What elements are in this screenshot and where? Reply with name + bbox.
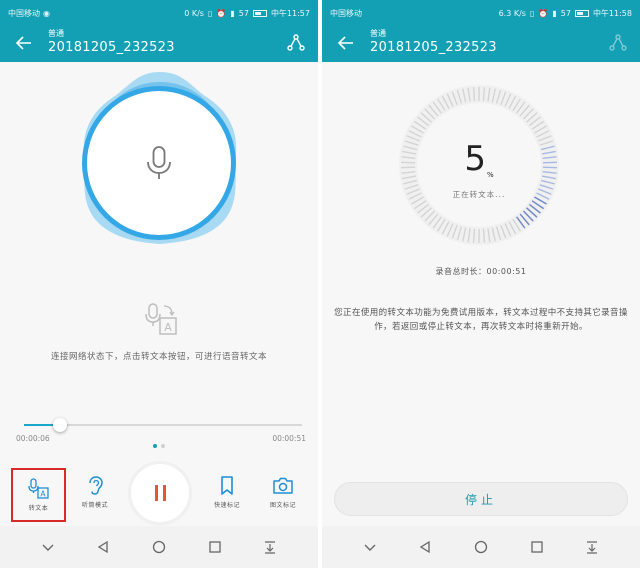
carrier-label: 中国移动 <box>330 8 362 18</box>
pause-icon-bar <box>162 485 166 501</box>
nav-back-icon[interactable] <box>418 540 432 554</box>
carrier-label: 中国移动 <box>8 8 40 18</box>
back-button[interactable] <box>336 32 356 54</box>
bookmark-icon <box>221 476 233 495</box>
ring-tick <box>482 87 486 102</box>
system-nav-bar <box>0 526 318 568</box>
recording-content: A 连接网络状态下，点击转文本按钮，可进行语音转文本 00:00:06 00:0… <box>0 62 318 568</box>
quick-mark-button[interactable]: 快速标记 <box>202 462 252 522</box>
total-duration: 录音总时长：00:00:51 <box>435 267 527 276</box>
recording-toolbar: A 转文本 听筒模式 快速标记 图文标记 <box>0 462 318 522</box>
stop-button[interactable]: 停止 <box>334 482 628 516</box>
transcribe-status: 正在转文本... <box>452 190 506 199</box>
status-bar: 中国移动 ◉ 0 K/s ▯ ⏰ ▮ 57 中午11:57 <box>0 0 318 26</box>
notification-pull-icon[interactable] <box>263 540 277 554</box>
app-bar: 普通 20181205_232523 <box>322 26 640 62</box>
svg-text:A: A <box>40 490 46 499</box>
recording-type: 普通 <box>370 29 386 38</box>
trial-notice: 您正在使用的转文本功能为免费试用版本，转文本过程中不支持其它录音操作，若返回或停… <box>334 308 628 332</box>
share-icon <box>287 34 305 51</box>
ring-tick <box>472 87 476 102</box>
percent-sign: % <box>486 171 494 179</box>
recording-title: 20181205_232523 <box>370 40 497 55</box>
transcribe-progress-ring: 5% 正在转文本... <box>398 84 560 246</box>
battery-icon <box>574 9 589 17</box>
alarm-icon: ⏰ <box>216 8 227 18</box>
nav-home-icon[interactable] <box>152 540 166 554</box>
progress-handle[interactable] <box>53 418 68 432</box>
share-button-disabled <box>608 33 628 53</box>
page-dot-active <box>153 444 157 448</box>
page-indicator <box>0 444 318 448</box>
notification-pull-icon[interactable] <box>585 540 599 554</box>
nav-recents-icon[interactable] <box>208 540 222 554</box>
system-nav-bar <box>322 526 640 568</box>
svg-text:A: A <box>164 321 172 334</box>
transcribing-screen: 中国移动 6.3 K/s ▯ ⏰ ▮ 57 中午11:58 普通 2018120… <box>322 0 640 568</box>
vibrate-icon: ▯ <box>529 8 535 18</box>
status-bar: 中国移动 6.3 K/s ▯ ⏰ ▮ 57 中午11:58 <box>322 0 640 26</box>
vibrate-icon: ▯ <box>207 8 213 18</box>
progress-value: 5 <box>464 139 486 179</box>
battery-icon <box>252 9 267 17</box>
nav-back-icon[interactable] <box>96 540 110 554</box>
ring-tick <box>472 228 476 243</box>
battery-percent: 57 <box>560 8 571 18</box>
arrow-left-icon <box>338 36 353 50</box>
recording-title: 20181205_232523 <box>48 40 175 55</box>
transcribe-hint: 连接网络状态下，点击转文本按钮，可进行语音转文本 <box>50 352 267 362</box>
mic-visualizer <box>80 68 240 248</box>
transcribe-content: 5% 正在转文本... 录音总时长：00:00:51 您正在使用的转文本功能为免… <box>322 62 640 568</box>
microphone-icon <box>147 146 171 179</box>
mic-button[interactable] <box>87 91 231 235</box>
photo-mark-button[interactable]: 图文标记 <box>258 462 308 522</box>
quick-mark-label: 快速标记 <box>213 502 240 509</box>
chevron-down-icon[interactable] <box>363 540 377 554</box>
page-dot <box>161 444 165 448</box>
net-speed: 0 K/s <box>184 8 204 18</box>
ear-icon <box>89 476 103 495</box>
earpiece-mode-button[interactable]: 听筒模式 <box>70 462 120 522</box>
earpiece-mode-label: 听筒模式 <box>81 502 108 509</box>
back-button[interactable] <box>14 32 34 54</box>
clock: 中午11:57 <box>270 8 310 18</box>
app-bar: 普通 20181205_232523 <box>0 26 318 62</box>
clock: 中午11:58 <box>592 8 632 18</box>
nav-home-icon[interactable] <box>474 540 488 554</box>
net-speed: 6.3 K/s <box>498 8 526 18</box>
progress-percent: 5% <box>398 139 560 179</box>
title-block: 普通 20181205_232523 <box>48 28 175 57</box>
pause-icon-bar <box>154 485 158 501</box>
chevron-down-icon[interactable] <box>41 540 55 554</box>
arrow-left-icon <box>16 36 31 50</box>
transcribe-button[interactable]: A 转文本 <box>11 468 66 522</box>
recording-type: 普通 <box>48 29 64 38</box>
signal-icon: ▮ <box>230 8 235 18</box>
ring-tick <box>482 228 486 243</box>
recording-screen: 中国移动 ◉ 0 K/s ▯ ⏰ ▮ 57 中午11:57 普通 2018120… <box>0 0 318 568</box>
transcribe-icon: A <box>27 478 49 499</box>
battery-percent: 57 <box>238 8 249 18</box>
hd-icon: ◉ <box>43 8 50 18</box>
total-time: 00:00:51 <box>272 434 306 443</box>
share-button[interactable] <box>286 33 306 53</box>
share-icon <box>609 34 627 51</box>
pause-button[interactable] <box>131 464 189 522</box>
alarm-icon: ⏰ <box>538 8 549 18</box>
camera-icon <box>273 477 293 494</box>
current-time: 00:00:06 <box>16 434 50 443</box>
signal-icon: ▮ <box>552 8 557 18</box>
transcribe-illustration-icon: A <box>145 303 177 335</box>
title-block: 普通 20181205_232523 <box>370 28 497 57</box>
photo-mark-label: 图文标记 <box>269 502 296 509</box>
playback-progress[interactable] <box>24 418 302 432</box>
nav-recents-icon[interactable] <box>530 540 544 554</box>
transcribe-label: 转文本 <box>28 505 49 512</box>
